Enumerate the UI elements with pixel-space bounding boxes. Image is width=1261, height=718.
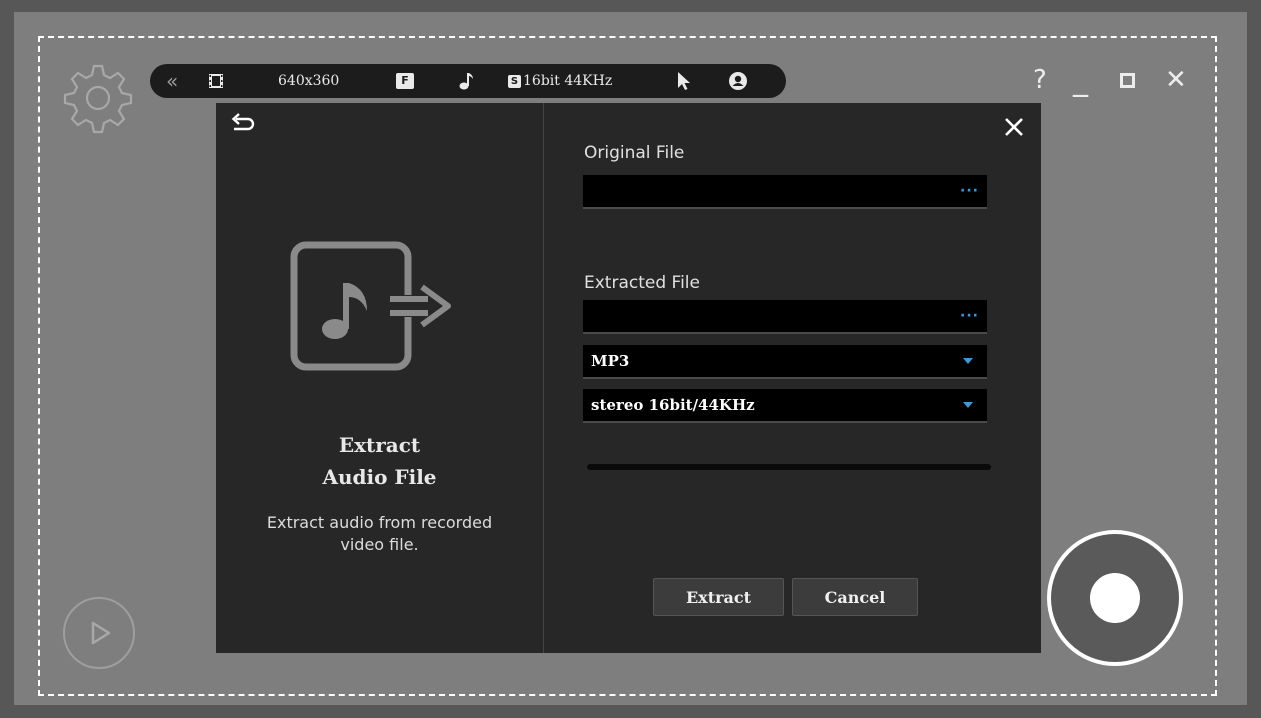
capture-toolbar: « 640x360 F S 16bit 44KHz bbox=[150, 64, 786, 98]
extract-audio-icon bbox=[290, 241, 451, 371]
chevron-down-icon bbox=[963, 402, 973, 408]
dialog-info-pane: Extract Audio File Extract audio from re… bbox=[216, 103, 543, 653]
music-note-icon bbox=[459, 73, 473, 90]
frame-badge-icon: F bbox=[396, 73, 414, 89]
record-icon bbox=[1090, 573, 1140, 623]
browse-extracted-icon[interactable]: ··· bbox=[960, 308, 979, 324]
maximize-button[interactable] bbox=[1120, 60, 1135, 100]
gear-icon[interactable] bbox=[58, 58, 138, 138]
quality-value: stereo 16bit/44KHz bbox=[591, 396, 755, 414]
close-dialog-icon[interactable] bbox=[1002, 115, 1026, 139]
webcam-button[interactable] bbox=[728, 64, 748, 98]
browse-original-icon[interactable]: ··· bbox=[960, 183, 979, 199]
original-file-field[interactable]: ··· bbox=[583, 175, 987, 209]
close-window-button[interactable]: ✕ bbox=[1165, 60, 1187, 100]
original-file-label: Original File bbox=[584, 143, 685, 163]
frame-rate-button[interactable]: F bbox=[396, 64, 414, 98]
audio-format-text: 16bit 44KHz bbox=[523, 73, 613, 89]
record-button[interactable] bbox=[1047, 530, 1183, 666]
help-icon: ? bbox=[1033, 65, 1047, 95]
help-button[interactable]: ? bbox=[1033, 60, 1047, 100]
extracted-file-label: Extracted File bbox=[584, 273, 700, 293]
extract-audio-dialog: Extract Audio File Extract audio from re… bbox=[216, 103, 1041, 653]
resolution-label[interactable]: 640x360 bbox=[278, 64, 339, 98]
webcam-icon bbox=[729, 72, 747, 90]
dialog-description-line2: video file. bbox=[340, 535, 419, 554]
chevron-down-icon bbox=[963, 358, 973, 364]
cancel-button[interactable]: Cancel bbox=[792, 578, 918, 616]
quality-select[interactable]: stereo 16bit/44KHz bbox=[583, 389, 987, 423]
play-button[interactable] bbox=[63, 597, 135, 669]
cursor-icon bbox=[678, 72, 690, 90]
collapse-toolbar-button[interactable]: « bbox=[166, 64, 178, 98]
cursor-button[interactable] bbox=[676, 64, 692, 98]
pane-divider bbox=[543, 103, 544, 653]
double-chevron-left-icon: « bbox=[166, 69, 179, 93]
s-badge-icon: S bbox=[508, 74, 521, 88]
dialog-title-line1: Extract bbox=[338, 433, 421, 457]
video-size-button[interactable] bbox=[208, 64, 224, 98]
format-select[interactable]: MP3 bbox=[583, 345, 987, 379]
audio-button[interactable] bbox=[458, 64, 474, 98]
resolution-text: 640x360 bbox=[278, 73, 340, 89]
extracted-file-field[interactable]: ··· bbox=[583, 300, 987, 334]
film-icon bbox=[209, 74, 223, 88]
back-arrow-icon[interactable] bbox=[230, 113, 256, 135]
close-icon: ✕ bbox=[1165, 65, 1187, 95]
maximize-icon bbox=[1120, 72, 1135, 88]
app-window: « 640x360 F S 16bit 44KHz ? _ ✕ Extract … bbox=[0, 0, 1261, 718]
dialog-description-line1: Extract audio from recorded bbox=[266, 513, 493, 532]
minimize-icon: _ bbox=[1073, 62, 1088, 98]
audio-settings-button[interactable]: S 16bit 44KHz bbox=[508, 64, 612, 98]
play-icon bbox=[91, 621, 111, 645]
extract-button[interactable]: Extract bbox=[653, 578, 784, 616]
format-value: MP3 bbox=[591, 352, 630, 370]
extract-progress-bar bbox=[587, 464, 991, 470]
dialog-title-line2: Audio File bbox=[322, 465, 437, 489]
minimize-button[interactable]: _ bbox=[1073, 60, 1088, 100]
